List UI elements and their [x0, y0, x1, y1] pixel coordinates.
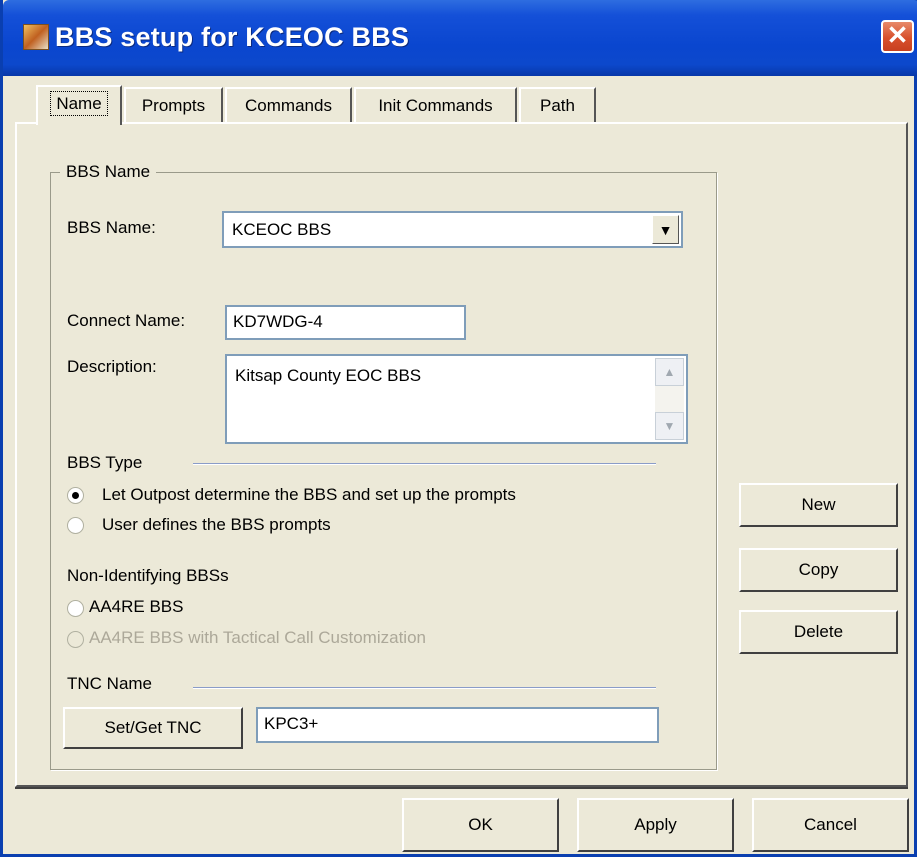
description-value: Kitsap County EOC BBS [235, 366, 422, 385]
new-button[interactable]: New [739, 483, 898, 527]
bbs-name-combobox[interactable]: KCEOC BBS ▼ [222, 211, 683, 248]
description-label: Description: [67, 357, 157, 376]
bbs-type-user-radio[interactable] [67, 517, 84, 534]
bbs-type-heading: BBS Type [67, 453, 143, 472]
footer-divider [15, 787, 908, 789]
bbs-setup-dialog: BBS setup for KCEOC BBS ✕ Name Prompts C… [0, 0, 917, 857]
bbs-name-value: KCEOC BBS [232, 220, 332, 239]
close-icon: ✕ [886, 20, 909, 50]
bbs-type-auto-label[interactable]: Let Outpost determine the BBS and set up… [102, 485, 516, 505]
connect-name-field[interactable]: KD7WDG-4 [225, 305, 466, 340]
aa4re-label[interactable]: AA4RE BBS [89, 597, 184, 617]
description-field[interactable]: Kitsap County EOC BBS ▲ ▼ [225, 354, 688, 444]
tnc-name-field[interactable]: KPC3+ [256, 707, 659, 743]
set-get-tnc-button[interactable]: Set/Get TNC [63, 707, 243, 749]
scroll-up-icon[interactable]: ▲ [655, 358, 684, 386]
connect-name-label: Connect Name: [67, 311, 186, 330]
bbs-type-auto-radio[interactable] [67, 487, 84, 504]
bbs-type-divider [193, 463, 656, 465]
apply-button[interactable]: Apply [577, 798, 734, 852]
tab-path[interactable]: Path [519, 87, 596, 123]
aa4re-radio[interactable] [67, 600, 84, 617]
bbs-type-user-label[interactable]: User defines the BBS prompts [102, 515, 331, 535]
chevron-down-icon[interactable]: ▼ [652, 215, 679, 244]
bbs-name-group-legend: BBS Name [60, 162, 157, 182]
delete-button[interactable]: Delete [739, 610, 898, 654]
non-identifying-heading: Non-Identifying BBSs [67, 566, 229, 585]
aa4re-tactical-label: AA4RE BBS with Tactical Call Customizati… [89, 628, 426, 647]
tab-prompts[interactable]: Prompts [124, 87, 223, 123]
window-title: BBS setup for KCEOC BBS [55, 22, 410, 52]
scroll-down-icon[interactable]: ▼ [655, 412, 684, 440]
aa4re-tactical-radio [67, 631, 84, 648]
tnc-divider [193, 687, 656, 689]
ok-button[interactable]: OK [402, 798, 559, 852]
cancel-button[interactable]: Cancel [752, 798, 909, 852]
tab-commands[interactable]: Commands [225, 87, 352, 123]
description-scrollbar[interactable]: ▲ ▼ [655, 358, 684, 440]
title-bar[interactable]: BBS setup for KCEOC BBS ✕ [3, 0, 917, 76]
bbs-name-label: BBS Name: [67, 218, 156, 237]
copy-button[interactable]: Copy [739, 548, 898, 592]
tab-init-commands[interactable]: Init Commands [354, 87, 517, 123]
app-icon [23, 24, 49, 50]
tab-name[interactable]: Name [36, 85, 122, 125]
close-button[interactable]: ✕ [881, 20, 914, 53]
tnc-name-heading: TNC Name [67, 674, 153, 693]
